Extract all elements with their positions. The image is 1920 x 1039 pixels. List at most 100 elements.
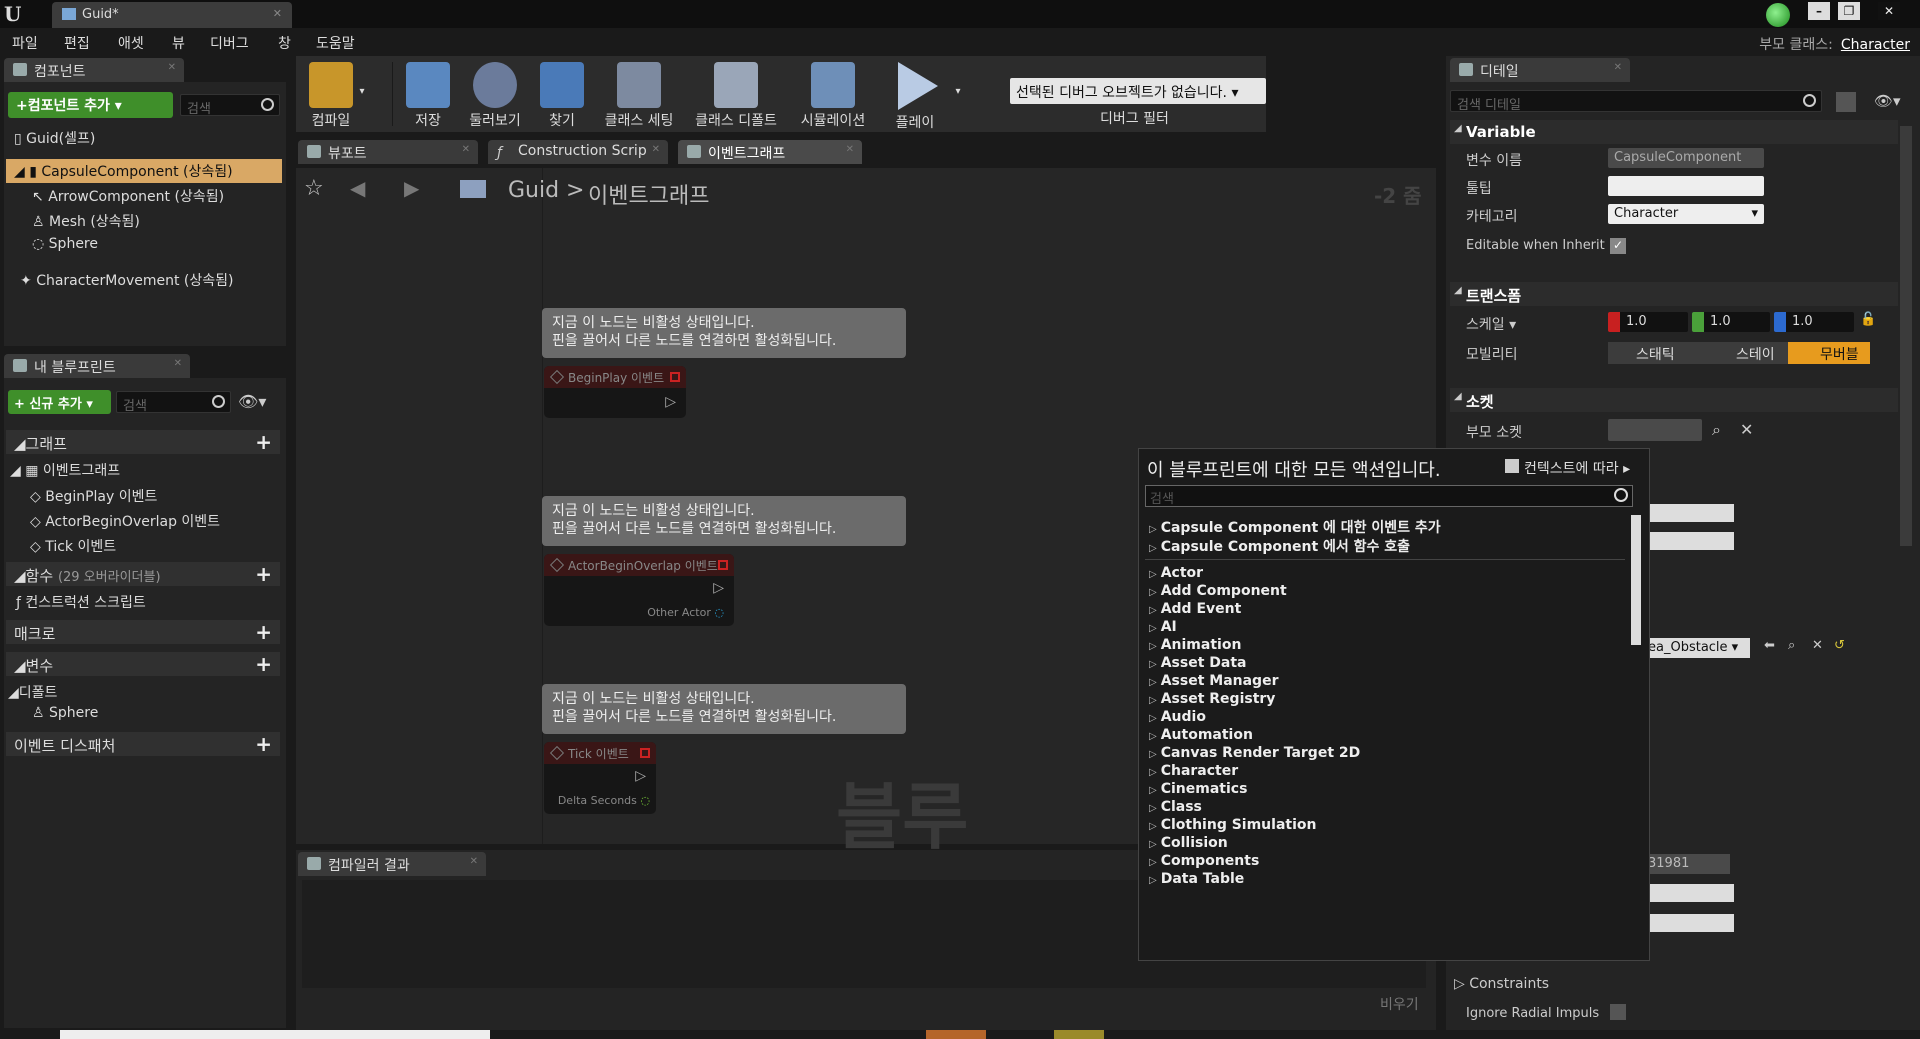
document-tab[interactable]: Guid* ✕ <box>52 2 292 28</box>
simulation-button[interactable]: 시뮬레이션 <box>790 56 876 132</box>
delegate-pin[interactable] <box>670 372 680 382</box>
dropdown-field[interactable] <box>1646 884 1734 902</box>
delegate-pin[interactable] <box>718 560 728 570</box>
component-self[interactable]: ▯ Guid(셀프) <box>14 128 95 148</box>
editable-checkbox[interactable]: ✓ <box>1610 238 1626 254</box>
actorbeginoverlap-node[interactable]: ActorBeginOverlap 이벤트 ▷ Other Actor ◌ <box>544 554 734 626</box>
var-name-field[interactable]: CapsuleComponent <box>1608 148 1764 168</box>
details-tab[interactable]: 디테일 ✕ <box>1450 58 1630 82</box>
action-category-item[interactable]: Character <box>1149 763 1238 779</box>
add-graph-icon[interactable]: + <box>255 430 272 454</box>
action-category-item[interactable]: Clothing Simulation <box>1149 817 1317 833</box>
add-variable-icon[interactable]: + <box>255 652 272 676</box>
action-menu-scrollbar[interactable] <box>1631 515 1641 645</box>
variables-section[interactable]: ◢변수 + <box>6 652 280 676</box>
star-icon[interactable]: ☆ <box>304 176 324 201</box>
mobility-movable-button[interactable]: 무버블 <box>1788 342 1870 364</box>
action-category-item[interactable]: Add Component <box>1149 583 1287 599</box>
component-search-input[interactable]: 검색 <box>180 94 280 117</box>
action-category-item[interactable]: Asset Manager <box>1149 673 1279 689</box>
component-movement[interactable]: ✦ CharacterMovement (상속됨) <box>20 270 233 290</box>
defaults-section[interactable]: ◢디폴트 <box>8 682 57 702</box>
delta-seconds-pin[interactable]: Delta Seconds ◌ <box>558 794 650 807</box>
event-beginplay[interactable]: ◇ BeginPlay 이벤트 <box>30 486 157 506</box>
grid-view-icon[interactable] <box>1836 92 1856 112</box>
action-menu-top-item[interactable]: Capsule Component 에서 함수 호출 <box>1149 536 1410 556</box>
beginplay-node[interactable]: BeginPlay 이벤트 ▷ <box>544 366 686 418</box>
exec-pin-icon[interactable]: ▷ <box>713 580 724 596</box>
dropdown-field[interactable] <box>1646 504 1734 522</box>
inactive-comment[interactable]: 지금 이 노드는 비활성 상태입니다. 핀을 끌어서 다른 노드를 연결하면 활성… <box>542 684 906 734</box>
back-arrow-icon[interactable]: ◀ <box>350 176 365 200</box>
debug-object-select[interactable]: 선택된 디버그 오브젝트가 없습니다. ▾ <box>1010 78 1266 104</box>
close-tab-icon[interactable]: ✕ <box>470 856 478 867</box>
close-tab-icon[interactable]: ✕ <box>462 144 470 155</box>
action-category-item[interactable]: Actor <box>1149 565 1203 581</box>
exec-pin-icon[interactable]: ▷ <box>665 394 676 410</box>
variable-section[interactable]: Variable <box>1450 120 1898 144</box>
restore-button[interactable]: ❐ <box>1838 2 1860 20</box>
action-category-item[interactable]: Animation <box>1149 637 1242 653</box>
tab-eventgraph[interactable]: 이벤트그래프 ✕ <box>678 140 862 164</box>
transform-section[interactable]: 트랜스폼 <box>1450 282 1898 306</box>
action-category-item[interactable]: Add Event <box>1149 601 1242 617</box>
components-tab[interactable]: 컴포넌트 ✕ <box>4 58 184 82</box>
component-arrow[interactable]: ↖ ArrowComponent (상속됨) <box>32 186 224 206</box>
compile-options-icon[interactable]: ▾ <box>352 86 372 106</box>
mobility-stationary-button[interactable]: 스테이 <box>1708 342 1788 364</box>
event-actorbeginoverlap[interactable]: ◇ ActorBeginOverlap 이벤트 <box>30 511 220 531</box>
close-tab-icon[interactable]: ✕ <box>652 144 660 155</box>
event-tick[interactable]: ◇ Tick 이벤트 <box>30 536 116 556</box>
add-new-button[interactable]: + 신규 추가 ▾ <box>8 390 111 414</box>
menu-help[interactable]: 도움말 <box>316 33 355 53</box>
close-tab-icon[interactable]: ✕ <box>1614 62 1622 73</box>
close-tab-icon[interactable]: ✕ <box>168 62 176 73</box>
scale-x-field[interactable]: 1.0 <box>1608 312 1688 332</box>
clear-button[interactable]: 비우기 <box>1380 994 1419 1014</box>
construction-script-item[interactable]: ƒ 컨스트럭션 스크립트 <box>16 592 146 612</box>
eye-icon[interactable]: 👁▾ <box>1874 92 1901 110</box>
add-component-button[interactable]: +컴포넌트 추가 ▾ <box>8 92 173 118</box>
menu-debug[interactable]: 디버그 <box>210 33 249 53</box>
search-icon[interactable]: ⌕ <box>1712 420 1721 440</box>
menu-file[interactable]: 파일 <box>12 33 38 53</box>
action-menu-top-item[interactable]: Capsule Component 에 대한 이벤트 추가 <box>1149 517 1441 537</box>
action-category-item[interactable]: Audio <box>1149 709 1206 725</box>
dropdown-field[interactable] <box>1646 914 1734 932</box>
menu-window[interactable]: 창 <box>278 33 291 53</box>
details-scrollbar[interactable] <box>1900 126 1912 546</box>
add-function-icon[interactable]: + <box>255 562 272 586</box>
my-blueprint-tab[interactable]: 내 블루프린트 ✕ <box>4 354 190 378</box>
add-macro-icon[interactable]: + <box>255 620 272 644</box>
save-button[interactable]: 저장 <box>398 56 458 132</box>
search-icon[interactable]: ⌕ <box>1788 638 1795 653</box>
dropdown-field[interactable] <box>1646 532 1734 550</box>
action-category-item[interactable]: Cinematics <box>1149 781 1248 797</box>
mobility-static-button[interactable]: 스태틱 <box>1608 342 1708 364</box>
add-dispatcher-icon[interactable]: + <box>255 732 272 756</box>
menu-view[interactable]: 뷰 <box>172 33 185 53</box>
component-capsule[interactable]: ◢ ▮ CapsuleComponent (상속됨) <box>6 159 282 183</box>
details-search-input[interactable]: 검색 디테일 <box>1450 90 1822 113</box>
menu-edit[interactable]: 편집 <box>64 33 90 53</box>
parent-class-link[interactable]: Character <box>1841 37 1910 53</box>
area-class-select[interactable]: ea_Obstacle ▾ <box>1646 638 1750 658</box>
forward-arrow-icon[interactable]: ▶ <box>404 176 419 200</box>
macros-section[interactable]: 매크로 + <box>6 620 280 644</box>
action-category-item[interactable]: Components <box>1149 853 1260 869</box>
lock-icon[interactable]: 🔓 <box>1860 312 1876 327</box>
source-control-icon[interactable] <box>1766 3 1790 27</box>
socket-section[interactable]: 소켓 <box>1450 388 1898 412</box>
component-mesh[interactable]: ♙ Mesh (상속됨) <box>32 211 140 231</box>
defaults-sphere[interactable]: ♙ Sphere <box>32 705 98 721</box>
breadcrumb-root[interactable]: Guid <box>508 178 559 203</box>
action-category-item[interactable]: Asset Registry <box>1149 691 1276 707</box>
exec-pin-icon[interactable]: ▷ <box>635 768 646 784</box>
tick-node[interactable]: Tick 이벤트 ▷ Delta Seconds ◌ <box>544 742 656 814</box>
play-options-icon[interactable]: ▾ <box>948 86 968 106</box>
blueprint-search-input[interactable]: 검색 <box>116 391 231 414</box>
find-button[interactable]: 찾기 <box>534 56 590 132</box>
ignore-radial-checkbox[interactable] <box>1610 1004 1626 1020</box>
close-tab-icon[interactable]: ✕ <box>174 358 182 369</box>
action-search-input[interactable]: 검색 <box>1145 485 1633 507</box>
